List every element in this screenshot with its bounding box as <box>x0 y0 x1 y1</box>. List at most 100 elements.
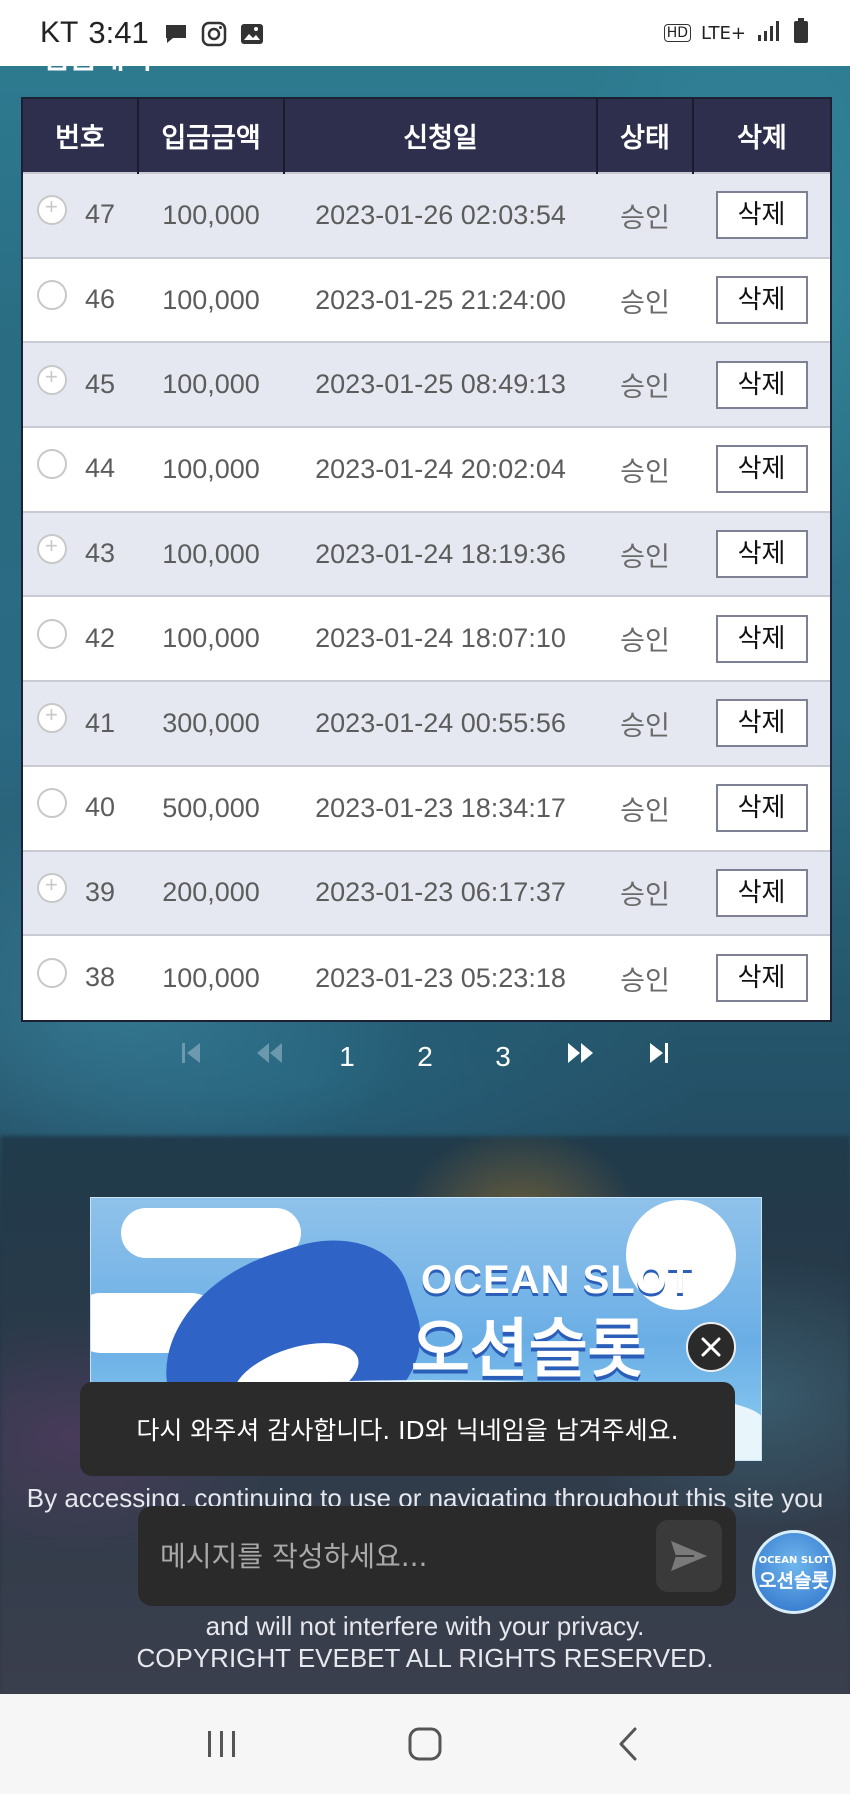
row-select-radio[interactable] <box>37 957 67 988</box>
row-date: 2023-01-26 02:03:54 <box>284 172 597 258</box>
row-amount: 500,000 <box>138 764 284 851</box>
column-header-status: 상태 <box>597 99 694 173</box>
row-amount: 100,000 <box>138 341 284 428</box>
row-status: 승인 <box>597 595 693 682</box>
row-date: 2023-01-25 08:49:13 <box>284 341 597 428</box>
ocean-slot-floating-logo[interactable]: OCEAN SLOT 오션슬롯 <box>752 1530 836 1614</box>
float-logo-line-2: 오션슬롯 <box>759 1570 829 1592</box>
row-number: 40 <box>85 792 116 823</box>
delete-button[interactable]: 삭제 <box>715 191 808 240</box>
network-label: LTE+ <box>701 22 746 44</box>
close-banner-button[interactable] <box>686 1322 736 1372</box>
table-row: 41 300,000 2023-01-24 00:55:56 승인 삭제 <box>23 680 830 766</box>
signal-icon <box>756 19 782 48</box>
row-select-radio[interactable] <box>37 702 67 734</box>
row-amount: 300,000 <box>138 680 284 766</box>
deposit-history-table: 번호 입금금액 신청일 상태 삭제 47 100,000 2023-01-26 … <box>21 97 832 1022</box>
table-row: 40 500,000 2023-01-23 18:34:17 승인 삭제 <box>23 764 830 851</box>
row-date: 2023-01-25 21:24:00 <box>284 256 597 343</box>
table-row: 46 100,000 2023-01-25 21:24:00 승인 삭제 <box>23 256 830 343</box>
back-icon[interactable] <box>598 1714 658 1774</box>
row-status: 승인 <box>597 764 693 851</box>
delete-button[interactable]: 삭제 <box>715 530 808 579</box>
pagination: 1 2 3 <box>0 1040 850 1073</box>
gallery-icon <box>239 20 265 46</box>
delete-button[interactable]: 삭제 <box>715 784 808 833</box>
first-page-icon[interactable] <box>152 1040 230 1073</box>
row-date: 2023-01-24 18:07:10 <box>284 595 597 682</box>
row-status: 승인 <box>597 680 693 766</box>
row-number: 38 <box>85 962 116 993</box>
row-status: 승인 <box>597 256 693 343</box>
previous-page-icon[interactable] <box>230 1040 308 1073</box>
column-header-number: 번호 <box>23 99 139 173</box>
row-amount: 100,000 <box>138 256 284 343</box>
recent-apps-icon[interactable] <box>192 1714 252 1774</box>
row-number: 41 <box>85 707 116 738</box>
delete-button[interactable]: 삭제 <box>715 954 808 1003</box>
delete-button[interactable]: 삭제 <box>715 276 808 325</box>
row-date: 2023-01-24 18:19:36 <box>284 510 597 597</box>
page-heading: 입금내역 <box>42 52 153 74</box>
row-date: 2023-01-23 06:17:37 <box>284 849 597 936</box>
table-row: 44 100,000 2023-01-24 20:02:04 승인 삭제 <box>23 426 830 512</box>
float-logo-line-1: OCEAN SLOT <box>758 1555 830 1566</box>
page-1-link[interactable]: 1 <box>308 1041 386 1073</box>
system-navigation-bar <box>0 1694 850 1794</box>
row-select-radio[interactable] <box>37 618 67 649</box>
banner-title-en: OCEAN SLOT <box>421 1258 694 1302</box>
table-row: 47 100,000 2023-01-26 02:03:54 승인 삭제 <box>23 172 830 258</box>
table-row: 42 100,000 2023-01-24 18:07:10 승인 삭제 <box>23 595 830 682</box>
delete-button[interactable]: 삭제 <box>715 445 808 494</box>
delete-button[interactable]: 삭제 <box>715 360 808 409</box>
chat-bubble-icon <box>163 20 189 46</box>
row-status: 승인 <box>597 426 693 512</box>
row-status: 승인 <box>597 510 693 597</box>
clock: 3:41 <box>88 15 149 50</box>
table-row: 45 100,000 2023-01-25 08:49:13 승인 삭제 <box>23 341 830 428</box>
row-select-radio[interactable] <box>37 279 67 310</box>
footer-line-4: and will not interfere with your privacy… <box>205 1611 645 1641</box>
carrier-label: KT <box>40 16 79 49</box>
column-header-delete: 삭제 <box>693 99 830 173</box>
row-number: 45 <box>85 368 116 399</box>
send-button[interactable] <box>656 1520 722 1592</box>
row-date: 2023-01-24 00:55:56 <box>284 680 597 766</box>
row-select-radio[interactable] <box>37 533 67 565</box>
delete-button[interactable]: 삭제 <box>715 699 808 748</box>
instagram-icon <box>201 20 227 47</box>
row-amount: 100,000 <box>138 426 284 512</box>
row-select-radio[interactable] <box>37 788 67 819</box>
home-icon[interactable] <box>395 1714 455 1774</box>
table-row: 38 100,000 2023-01-23 05:23:18 승인 삭제 <box>23 934 830 1020</box>
chat-compose-bar <box>138 1506 736 1606</box>
row-select-radio[interactable] <box>37 194 67 226</box>
row-number: 44 <box>85 453 116 484</box>
next-page-icon[interactable] <box>542 1040 620 1073</box>
welcome-toast: 다시 와주셔 감사합니다. ID와 닉네임을 남겨주세요. <box>80 1382 735 1476</box>
row-amount: 200,000 <box>138 849 284 936</box>
row-select-radio[interactable] <box>37 872 67 903</box>
row-date: 2023-01-23 18:34:17 <box>284 764 597 851</box>
page-2-link[interactable]: 2 <box>386 1041 464 1073</box>
row-select-radio[interactable] <box>37 364 67 395</box>
page-3-link[interactable]: 3 <box>464 1041 542 1073</box>
chat-message-input[interactable] <box>160 1539 656 1573</box>
row-number: 39 <box>85 876 116 907</box>
row-status: 승인 <box>597 849 693 936</box>
row-select-radio[interactable] <box>37 449 67 480</box>
row-status: 승인 <box>597 934 693 1020</box>
table-header-row: 번호 입금금액 신청일 상태 삭제 <box>23 99 830 173</box>
banner-title-ko: 오션슬롯 <box>411 1313 647 1387</box>
row-amount: 100,000 <box>138 595 284 682</box>
column-header-date: 신청일 <box>284 99 598 173</box>
row-date: 2023-01-24 20:02:04 <box>284 426 597 512</box>
toast-message: 다시 와주셔 감사합니다. ID와 닉네임을 남겨주세요. <box>136 1416 679 1445</box>
last-page-icon[interactable] <box>620 1040 698 1073</box>
battery-icon <box>792 17 810 50</box>
row-amount: 100,000 <box>138 172 284 258</box>
delete-button[interactable]: 삭제 <box>715 868 808 917</box>
delete-button[interactable]: 삭제 <box>715 614 808 663</box>
row-date: 2023-01-23 05:23:18 <box>284 934 597 1020</box>
row-status: 승인 <box>597 172 693 258</box>
